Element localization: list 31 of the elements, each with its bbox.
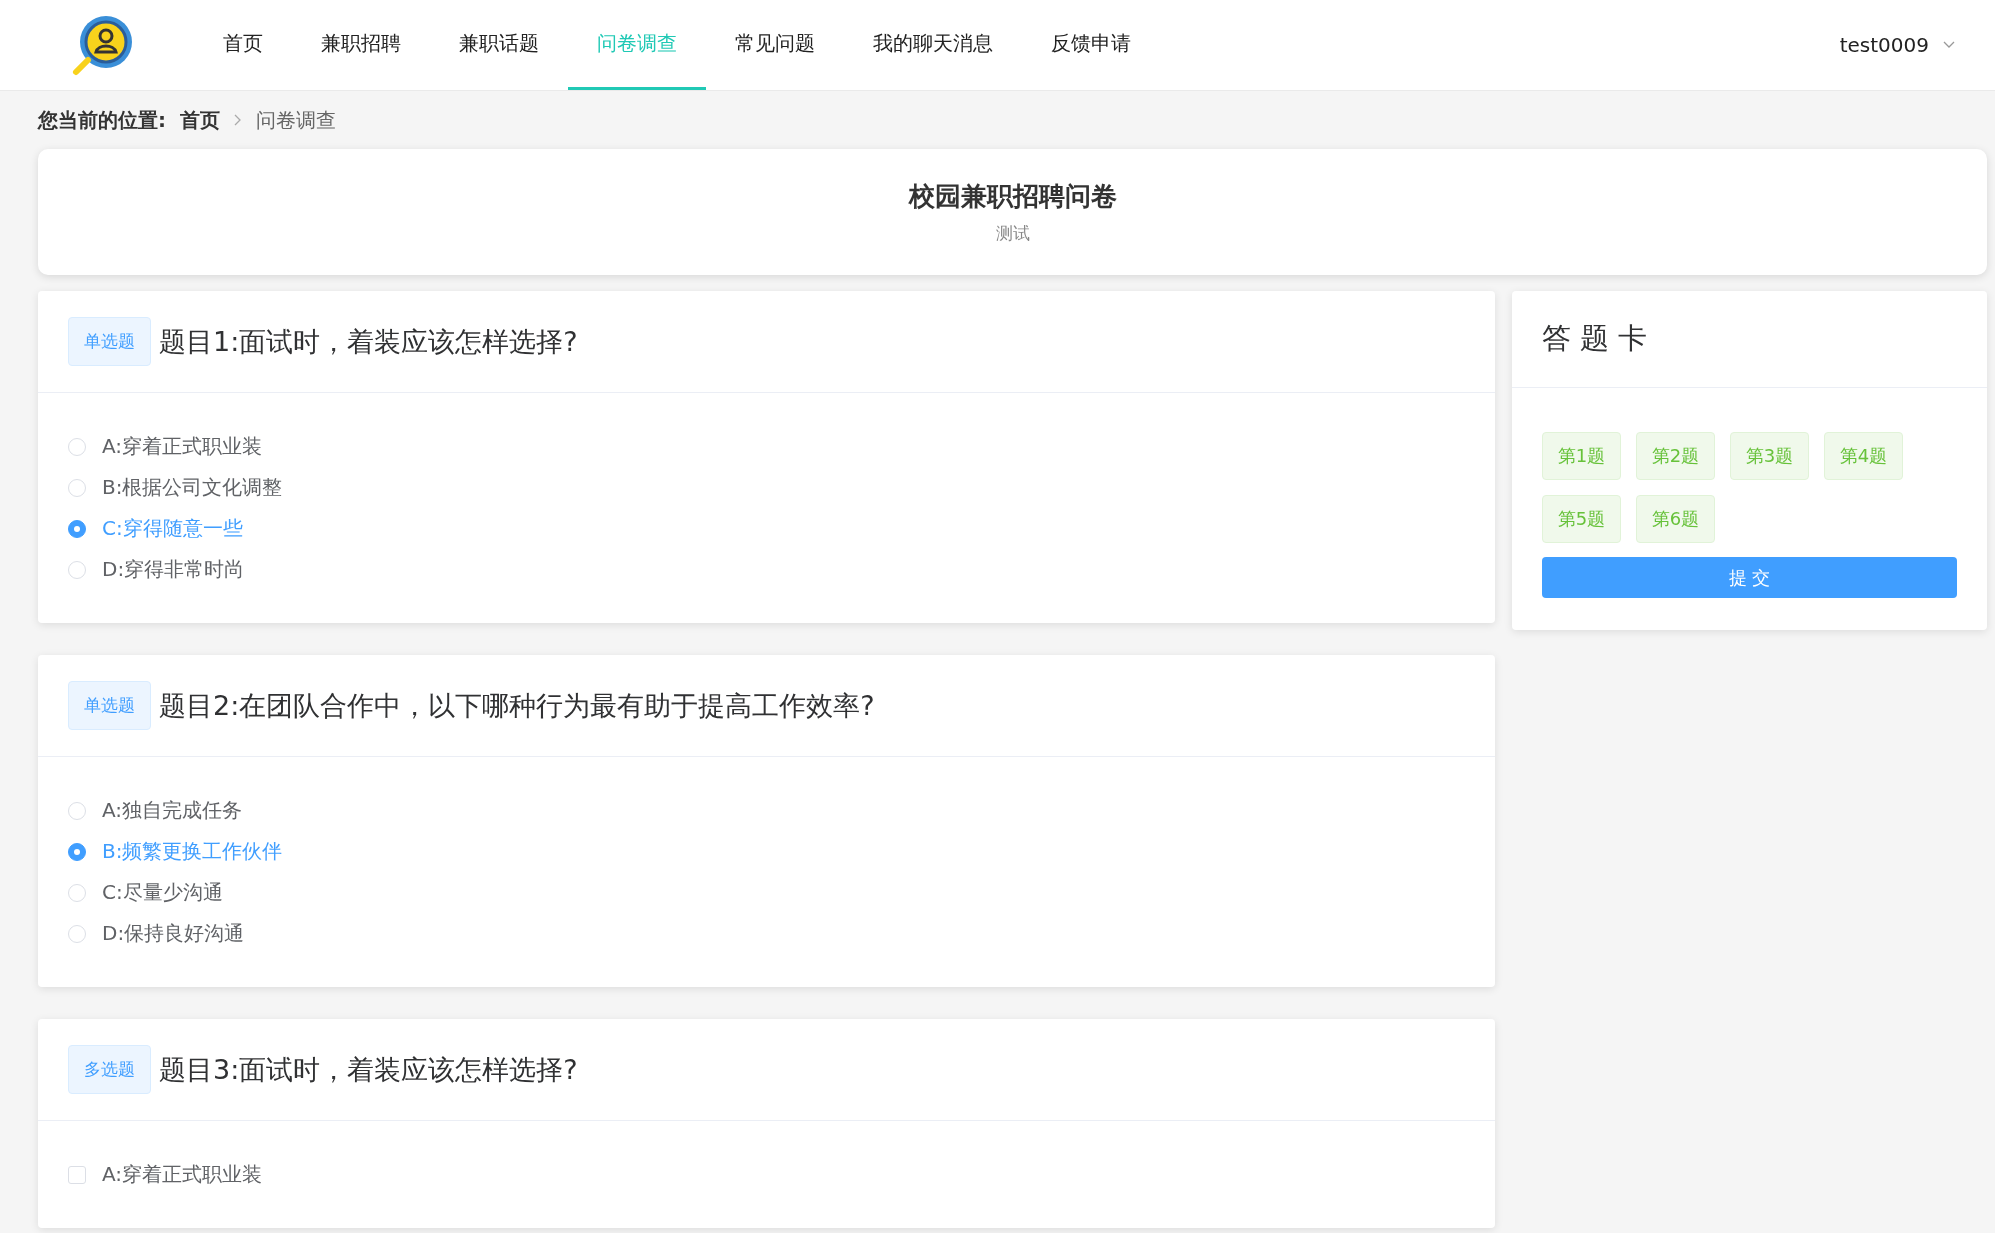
question-title: 题目3:面试时，着装应该怎样选择? — [159, 1052, 578, 1087]
option-label[interactable]: B:根据公司文化调整 — [102, 474, 283, 501]
question-title: 题目1:面试时，着装应该怎样选择? — [159, 324, 578, 359]
option-label[interactable]: A:穿着正式职业装 — [102, 433, 263, 460]
answer-card-title: 答 题 卡 — [1512, 291, 1987, 388]
survey-subtitle: 测试 — [995, 222, 1030, 245]
breadcrumb-link[interactable]: 问卷调查 — [256, 106, 336, 134]
nav-tab[interactable]: 首页 — [194, 0, 292, 90]
option-label[interactable]: C:尽量少沟通 — [102, 879, 223, 906]
nav-tab[interactable]: 反馈申请 — [1022, 0, 1160, 90]
option-label[interactable]: A:独自完成任务 — [102, 797, 243, 824]
chevron-down-icon[interactable] — [1943, 41, 1955, 49]
question-type-tag: 单选题 — [68, 681, 151, 730]
username[interactable]: test0009 — [1839, 33, 1929, 57]
question-type-tag: 多选题 — [68, 1045, 151, 1094]
checkbox[interactable] — [68, 1165, 86, 1184]
radio-button[interactable] — [68, 842, 86, 861]
breadcrumb-label: 您当前的位置: — [38, 106, 166, 134]
option-label[interactable]: D:保持良好沟通 — [102, 920, 245, 947]
chevron-right-icon — [234, 114, 242, 126]
question-type-tag: 单选题 — [68, 317, 151, 366]
option-label[interactable]: D:穿得非常时尚 — [102, 556, 245, 583]
nav-tab[interactable]: 兼职话题 — [430, 0, 568, 90]
option-label[interactable]: A:穿着正式职业装 — [102, 1161, 263, 1188]
radio-button[interactable] — [68, 519, 86, 538]
nav-tab[interactable]: 常见问题 — [706, 0, 844, 90]
survey-title: 校园兼职招聘问卷 — [908, 180, 1117, 213]
nav-tab[interactable]: 我的聊天消息 — [844, 0, 1022, 90]
breadcrumb-link[interactable]: 首页 — [180, 106, 220, 134]
nav-tab[interactable]: 兼职招聘 — [292, 0, 430, 90]
question-title: 题目2:在团队合作中，以下哪种行为最有助于提高工作效率? — [159, 688, 875, 723]
